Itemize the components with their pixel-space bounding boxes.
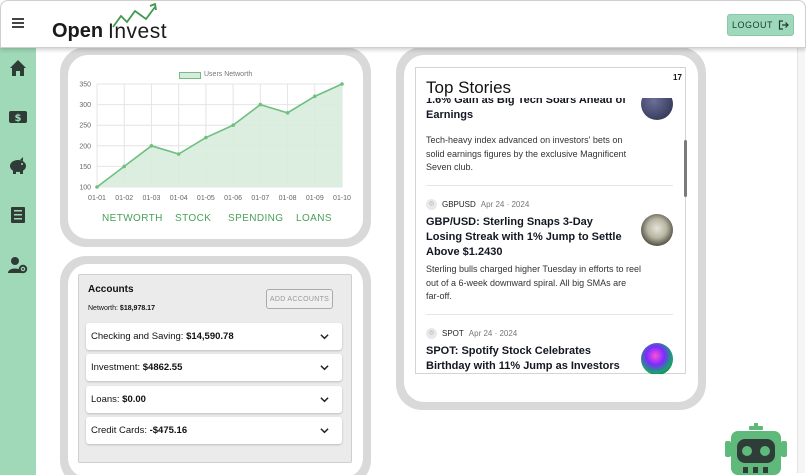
logout-label: LOGOUT bbox=[731, 20, 773, 30]
news-viewport: 1.6% Gain as Big Tech Soars Ahead of Ear… bbox=[415, 98, 686, 374]
home-icon[interactable] bbox=[8, 58, 28, 78]
account-row-checking[interactable]: Checking and Saving: $14,590.78 bbox=[86, 323, 342, 350]
story-date: Apr 24 · 2024 bbox=[480, 199, 530, 209]
tab-spending[interactable]: SPENDING bbox=[228, 213, 283, 224]
svg-text:$: $ bbox=[15, 113, 22, 124]
chatbot-robot-icon[interactable] bbox=[725, 423, 787, 475]
networth-value: $18,978.17 bbox=[119, 305, 155, 312]
top-stories-title: Top Stories bbox=[426, 78, 512, 97]
logout-icon bbox=[778, 20, 789, 30]
chevron-down-icon[interactable] bbox=[320, 426, 329, 435]
logout-button[interactable]: LOGOUT bbox=[727, 14, 794, 36]
account-row-label: Loans: bbox=[91, 394, 120, 405]
symbol-icon: ◎ bbox=[426, 198, 437, 210]
tab-loans[interactable]: LOANS bbox=[296, 213, 332, 224]
account-row-label: Checking and Saving: bbox=[91, 331, 184, 342]
money-icon[interactable]: $ bbox=[8, 107, 28, 127]
sidebar: $ bbox=[0, 45, 36, 475]
story-thumbnail[interactable] bbox=[641, 214, 673, 246]
hamburger-menu-icon[interactable] bbox=[12, 18, 24, 28]
account-row-investment[interactable]: Investment: $4862.55 bbox=[86, 354, 342, 381]
chart-card-body bbox=[68, 55, 363, 239]
account-row-value: -$475.16 bbox=[149, 425, 188, 436]
story-symbol: SPOT bbox=[442, 328, 464, 338]
page-scrollbar[interactable] bbox=[797, 33, 805, 473]
tab-networth[interactable]: NETWORTH bbox=[102, 213, 163, 224]
networth-label: Networth: bbox=[88, 305, 118, 312]
chart-legend-swatch[interactable] bbox=[179, 72, 201, 79]
account-row-label: Credit Cards: bbox=[91, 425, 147, 436]
story-title[interactable]: GBP/USD: Sterling Snaps 3-Day Losing Str… bbox=[426, 215, 631, 260]
chevron-down-icon[interactable] bbox=[320, 332, 329, 341]
account-row-credit-cards[interactable]: Credit Cards: -$475.16 bbox=[86, 417, 342, 444]
user-settings-icon[interactable] bbox=[8, 255, 28, 275]
chevron-down-icon[interactable] bbox=[320, 363, 329, 372]
story-meta: ◎ SPOT Apr 24 · 2024 bbox=[426, 327, 517, 339]
symbol-icon: ◎ bbox=[426, 327, 437, 339]
story-divider bbox=[426, 185, 673, 186]
account-row-value: $14,590.78 bbox=[186, 331, 234, 342]
account-row-label: Investment: bbox=[91, 362, 141, 373]
ledger-icon[interactable] bbox=[8, 205, 28, 225]
accounts-title: Accounts bbox=[88, 284, 134, 295]
story-thumbnail[interactable] bbox=[641, 98, 673, 120]
story-divider bbox=[426, 314, 673, 315]
account-row-value: $0.00 bbox=[122, 394, 146, 405]
logo: Open Invest bbox=[51, 3, 171, 45]
story-title[interactable]: SPOT: Spotify Stock Celebrates Birthday … bbox=[426, 344, 631, 374]
tradingview-logo[interactable]: 17 bbox=[673, 73, 682, 82]
story-meta: ◎ GBPUSD Apr 24 · 2024 bbox=[426, 198, 529, 210]
story-symbol: GBPUSD bbox=[442, 199, 476, 209]
top-bar: Open Invest LOGOUT bbox=[0, 0, 806, 48]
logo-trend-arrow-icon bbox=[112, 3, 157, 28]
account-row-loans[interactable]: Loans: $0.00 bbox=[86, 386, 342, 413]
story-date: Apr 24 · 2024 bbox=[468, 328, 518, 338]
piggy-bank-icon[interactable] bbox=[8, 156, 28, 176]
story-thumbnail[interactable] bbox=[641, 343, 673, 374]
add-accounts-button[interactable]: ADD ACCOUNTS bbox=[266, 289, 333, 309]
tab-stock[interactable]: STOCK bbox=[175, 213, 211, 224]
chart-legend-label: Users Networth bbox=[204, 71, 253, 78]
accounts-networth: Networth: $18,978.17 bbox=[88, 305, 155, 312]
story-summary: Tech-heavy index advanced on investors' … bbox=[426, 135, 627, 172]
story-summary: Sterling bulls charged higher Tuesday in… bbox=[426, 264, 641, 301]
account-row-value: $4862.55 bbox=[142, 362, 183, 373]
story-title[interactable]: 1.6% Gain as Big Tech Soars Ahead of Ear… bbox=[426, 98, 631, 123]
chevron-down-icon[interactable] bbox=[320, 395, 329, 404]
